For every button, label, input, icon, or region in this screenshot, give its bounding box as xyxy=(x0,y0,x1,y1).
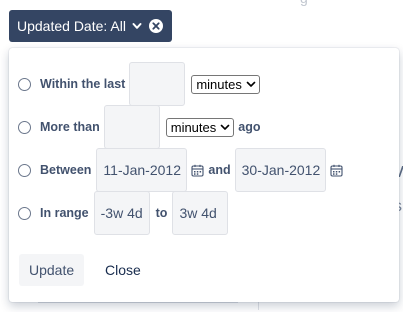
more-than-suffix: ago xyxy=(238,120,261,134)
within-the-last-label: Within the last xyxy=(40,77,126,91)
clear-filter-icon[interactable] xyxy=(148,18,164,34)
in-range-radio[interactable] xyxy=(18,206,31,220)
more-than-label: More than xyxy=(40,120,100,134)
between-start-date-input[interactable]: 11-Jan-2012 xyxy=(96,148,188,192)
chip-label: Updated Date: All xyxy=(17,18,126,34)
option-more-than: More than minutes ago xyxy=(18,105,261,149)
select-arrow-icon xyxy=(220,122,230,132)
within-the-last-radio[interactable] xyxy=(18,77,31,91)
option-in-range: In range -3w 4d to 3w 4d xyxy=(18,191,229,235)
background-divider xyxy=(38,302,238,312)
more-than-input[interactable] xyxy=(103,105,160,149)
between-radio[interactable] xyxy=(18,163,31,177)
in-range-connector: to xyxy=(155,206,168,220)
in-range-end-input[interactable]: 3w 4d xyxy=(172,191,229,235)
option-within-the-last: Within the last minutes xyxy=(18,62,260,106)
within-unit-value: minutes xyxy=(196,76,242,92)
calendar-icon[interactable] xyxy=(330,164,343,177)
within-the-last-input[interactable] xyxy=(129,62,186,106)
within-the-last-unit-select[interactable]: minutes xyxy=(191,74,260,94)
update-button[interactable]: Update xyxy=(19,254,85,286)
in-range-label: In range xyxy=(40,206,89,220)
option-between: Between 11-Jan-2012 and 30-Jan-2012 xyxy=(18,148,343,192)
calendar-icon[interactable] xyxy=(191,164,204,177)
more-than-unit-select[interactable]: minutes xyxy=(165,117,235,137)
between-label: Between xyxy=(40,163,92,177)
date-filter-popup: Within the last minutes More than minute… xyxy=(9,48,399,302)
select-arrow-icon xyxy=(246,79,256,89)
between-connector: and xyxy=(208,163,231,177)
more-than-radio[interactable] xyxy=(18,120,31,134)
chevron-down-icon xyxy=(132,21,142,31)
between-end-date-input[interactable]: 30-Jan-2012 xyxy=(234,148,326,192)
more-than-unit-value: minutes xyxy=(170,119,217,135)
background-text: g xyxy=(300,0,308,6)
updated-date-filter-chip[interactable]: Updated Date: All xyxy=(9,10,172,42)
in-range-start-input[interactable]: -3w 4d xyxy=(93,191,150,235)
close-button[interactable]: Close xyxy=(105,254,141,286)
